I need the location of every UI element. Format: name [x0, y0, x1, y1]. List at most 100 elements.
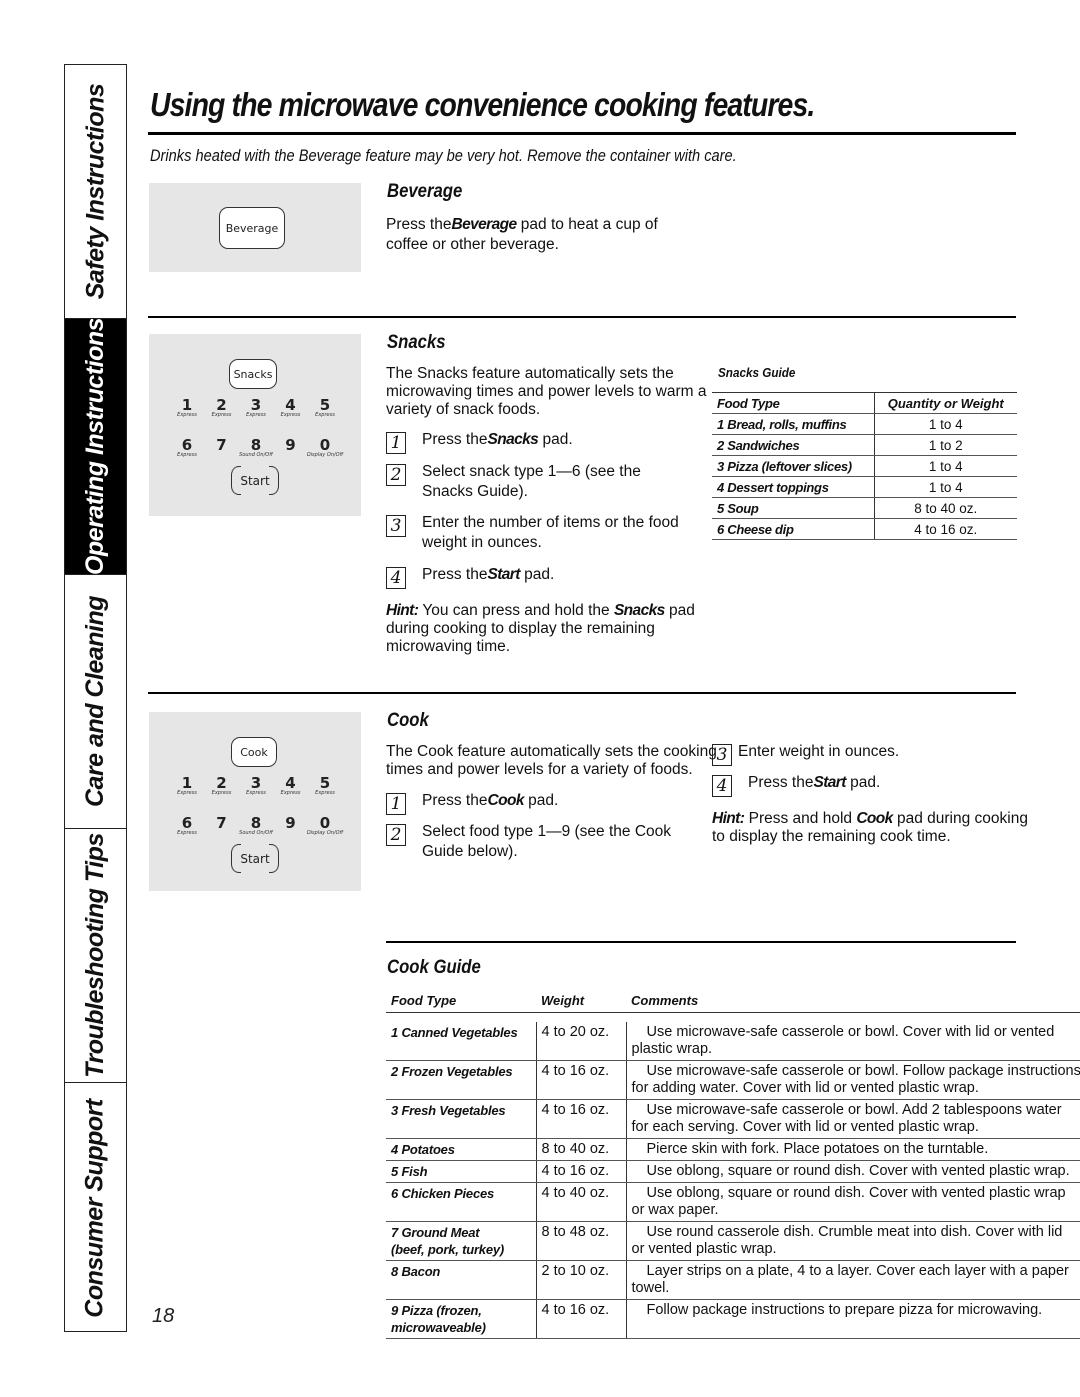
step-text: Press theStart pad. — [748, 773, 880, 797]
snacks-guide: Snacks Guide Food Type Quantity or Weigh… — [712, 365, 1017, 540]
key-sublabel: Express — [177, 830, 197, 836]
text: Press and hold — [744, 810, 857, 827]
cook-intro: The Cook feature automatically sets the … — [386, 743, 717, 778]
text: Press the — [422, 792, 488, 809]
start-pad[interactable]: Start — [231, 466, 279, 495]
table-row: 5 Fish 4 to 16 oz. Use oblong, square or r… — [386, 1160, 1080, 1183]
key-sublabel: Sound On/Off — [239, 830, 273, 836]
number-pad-6[interactable]: 6 Express — [171, 438, 203, 458]
step-number-box: 1 — [386, 432, 406, 454]
bold-term: Snacks — [487, 431, 539, 448]
snacks-control-panel: Snacks 1 Express 2 Express 3 Express 4 Expre… — [149, 334, 361, 516]
text: Press the — [422, 566, 488, 583]
weight: 4 to 16 oz. — [536, 1299, 627, 1339]
step-text: Select food type 1—9 (see the Cook Guide… — [422, 823, 672, 860]
number-pad-5[interactable]: 5 Express — [309, 398, 341, 418]
food-type-line: 3 Fresh Vegetables — [391, 1103, 506, 1118]
beverage-pad[interactable]: Beverage — [219, 207, 285, 249]
bold-term: Start — [813, 774, 846, 791]
cook-guide-heading: Cook Guide — [387, 957, 481, 978]
comment-line: Use microwave-safe casserole or bowl. Co… — [646, 1024, 1055, 1040]
snacks-heading: Snacks — [387, 332, 446, 353]
step-text: Press theStart pad. — [422, 565, 554, 589]
number-pad-5[interactable]: 5 Express — [309, 776, 341, 796]
key-number: 4 — [285, 774, 296, 792]
weight: 4 to 16 oz. — [536, 1099, 627, 1139]
number-pad-0[interactable]: 0 Display On/Off — [307, 816, 343, 836]
food-type-line: microwaveable) — [391, 1320, 486, 1335]
bold-term: Beverage — [451, 216, 517, 233]
key-sublabel: Express — [315, 790, 335, 796]
text: pad. — [519, 566, 555, 583]
tab-troubleshooting-tips[interactable]: Troubleshooting Tips — [65, 829, 126, 1083]
quantity: 1 to 4 — [874, 455, 1017, 477]
snacks-pad[interactable]: Snacks — [229, 359, 277, 389]
key-number: 4 — [285, 396, 296, 414]
key-sublabel: Display On/Off — [306, 452, 344, 458]
table-row: 2 Sandwiches 1 to 2 — [712, 434, 1017, 456]
beverage-control-panel: Beverage — [149, 183, 361, 272]
quantity: 8 to 40 oz. — [874, 497, 1017, 519]
key-number: 8 — [250, 814, 262, 832]
table-row: 7 Ground Meat (beef, pork, turkey) 8 to 48… — [386, 1221, 1080, 1261]
quantity: 4 to 16 oz. — [874, 518, 1017, 540]
tab-consumer-support[interactable]: Consumer Support — [65, 1083, 126, 1333]
food-type: 4 Potatoes — [386, 1138, 537, 1161]
key-number: 3 — [250, 774, 262, 792]
key-number: 9 — [285, 436, 296, 454]
cook-pad[interactable]: Cook — [231, 737, 277, 767]
comments: Use oblong, square or round dish. Cover … — [626, 1182, 1080, 1222]
food-type-line: 6 Chicken Pieces — [391, 1186, 495, 1201]
column-header: Food Type — [712, 392, 875, 414]
key-number: 0 — [319, 436, 331, 454]
key-number: 7 — [216, 814, 227, 832]
cook-step-2: 2 Select food type 1—9 (see the Cook Gui… — [386, 822, 706, 862]
food-type: 2 Sandwiches — [712, 434, 875, 456]
weight: 4 to 16 oz. — [536, 1060, 627, 1100]
key-sublabel: Express — [315, 412, 335, 418]
bold-term: Snacks — [613, 602, 665, 619]
number-pad-6[interactable]: 6 Express — [171, 816, 203, 836]
food-type: 1 Canned Vegetables — [386, 1022, 537, 1061]
food-type: 4 Dessert toppings — [712, 476, 875, 498]
step-number-box: 4 — [712, 775, 732, 797]
key-sublabel: Display On/Off — [306, 830, 344, 836]
weight: 8 to 40 oz. — [536, 1138, 627, 1161]
key-number: 6 — [181, 436, 193, 454]
key-number: 9 — [285, 814, 296, 832]
weight: 8 to 48 oz. — [536, 1221, 627, 1261]
start-pad[interactable]: Start — [231, 844, 279, 873]
comment-line: or vented plastic wrap. — [631, 1241, 777, 1257]
step-number-box: 2 — [386, 824, 406, 846]
keypad-row-1: 1 Express 2 Express 3 Express 4 Express 5 Exp… — [171, 776, 341, 796]
section-divider — [386, 941, 1016, 943]
cook-guide-table: Food Type Weight Comments 1 Canned Veget… — [386, 990, 1080, 1339]
text: pad. — [845, 774, 881, 791]
snacks-hint: Hint: You can press and hold the Snacks … — [386, 602, 696, 656]
tab-care-and-cleaning[interactable]: Care and Cleaning — [65, 575, 126, 829]
column-header: Food Type — [386, 990, 536, 1013]
food-type: 3 Pizza (leftover slices) — [712, 455, 875, 477]
tab-safety-instructions[interactable]: Safety Instructions — [65, 65, 126, 319]
number-pad-0[interactable]: 0 Display On/Off — [307, 436, 343, 458]
number-pad-8[interactable]: 8 Sound On/Off — [239, 814, 273, 836]
food-type-line: 4 Potatoes — [391, 1142, 455, 1157]
column-header: Quantity or Weight — [874, 392, 1017, 414]
warning-note: Drinks heated with the Beverage feature … — [150, 146, 737, 165]
number-pad-8[interactable]: 8 Sound On/Off — [239, 438, 273, 458]
key-number: 1 — [181, 774, 193, 792]
tab-operating-instructions[interactable]: Operating Instructions — [65, 319, 126, 575]
title-divider — [148, 132, 1016, 135]
cook-heading: Cook — [387, 710, 429, 731]
comment-line: Use microwave-safe casserole or bowl. Fo… — [646, 1063, 1080, 1079]
table-header-row: Food Type Quantity or Weight — [712, 392, 1017, 414]
section-divider — [148, 692, 1016, 694]
cook-hint: Hint: Press and hold Cook pad during coo… — [712, 810, 1042, 846]
cook-step-4: 4 Press theStart pad. — [712, 773, 1012, 797]
hint-label: Hint: — [386, 602, 419, 619]
hint-label: Hint: — [712, 810, 745, 827]
text: Press the — [748, 774, 814, 791]
bold-term: Cook — [487, 792, 524, 809]
step-number-box: 2 — [386, 464, 406, 486]
weight: 4 to 16 oz. — [536, 1160, 627, 1183]
